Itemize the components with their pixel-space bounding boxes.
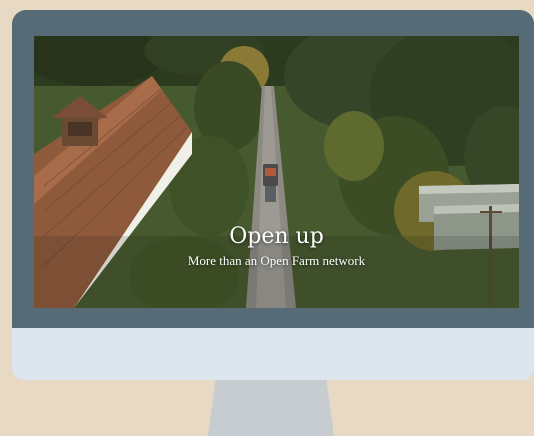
- hero-text-block: Open up More than an Open Farm network: [34, 224, 519, 270]
- hero-title: Open up: [229, 224, 324, 249]
- hero-subtitle: More than an Open Farm network: [187, 253, 366, 268]
- monitor-stand: [208, 380, 334, 436]
- monitor-bezel: Open up More than an Open Farm network: [12, 10, 534, 328]
- monitor-chin: [12, 328, 534, 380]
- monitor-screen: Open up More than an Open Farm network: [34, 36, 519, 308]
- desktop-monitor: Open up More than an Open Farm network: [12, 10, 534, 380]
